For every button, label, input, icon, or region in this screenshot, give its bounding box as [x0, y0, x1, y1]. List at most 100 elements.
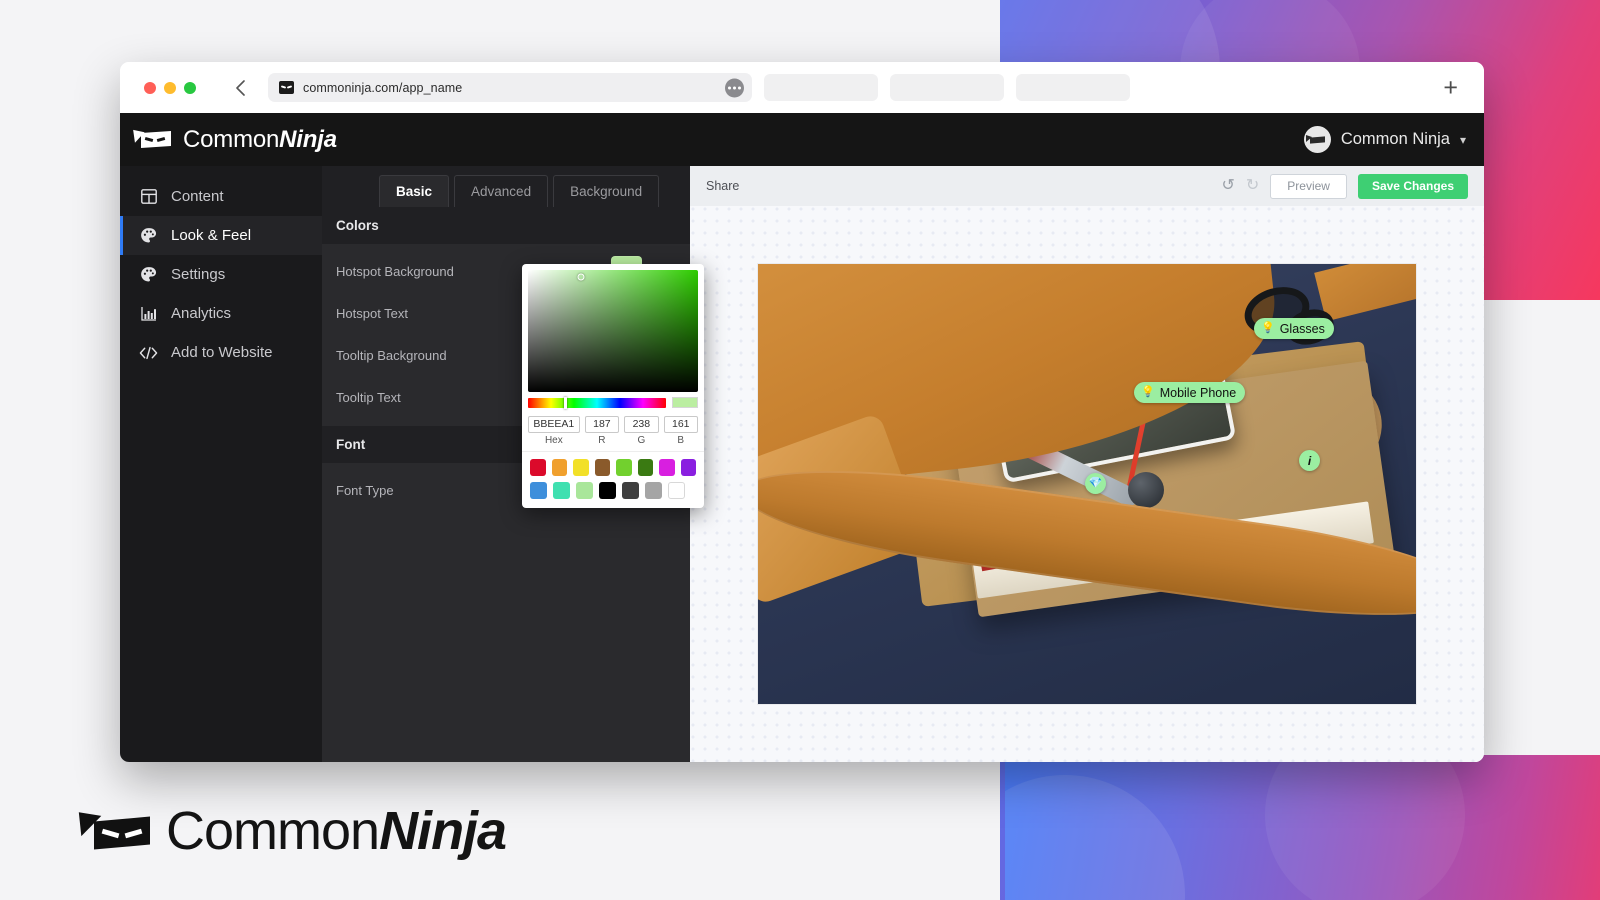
sidebar: Content Look & Feel Settings Analytics A…: [120, 166, 322, 762]
tab-advanced[interactable]: Advanced: [454, 175, 549, 207]
footer-brand-text: CommonNinja: [166, 800, 507, 862]
diamond-icon: 💎: [1088, 477, 1103, 489]
panel-tabs: Basic Advanced Background: [322, 166, 690, 207]
minimize-window-button[interactable]: [164, 81, 176, 94]
section-title-colors: Colors: [322, 207, 690, 244]
hotspot-label: Glasses: [1279, 321, 1325, 336]
sidebar-item-add-to-website[interactable]: Add to Website: [120, 333, 322, 372]
color-picker-popover[interactable]: Hex R G B: [522, 264, 704, 508]
app-logo[interactable]: CommonNinja: [133, 126, 337, 154]
palette-chip[interactable]: [599, 481, 616, 499]
footer-logo: CommonNinja: [78, 800, 507, 862]
r-label: R: [598, 434, 606, 446]
g-input[interactable]: [624, 415, 659, 433]
background-gradient-bottom: [1005, 755, 1600, 900]
brand-text: CommonNinja: [183, 126, 337, 154]
hotspot-info[interactable]: i: [1299, 450, 1320, 471]
redo-icon[interactable]: ↻: [1246, 178, 1259, 194]
palette-chip[interactable]: [616, 458, 632, 476]
sidebar-item-label: Look & Feel: [171, 227, 252, 244]
chevron-down-icon[interactable]: ▾: [1460, 133, 1466, 147]
browser-tab-placeholder-2[interactable]: [890, 74, 1004, 101]
sidebar-item-label: Add to Website: [171, 344, 273, 361]
sidebar-item-settings[interactable]: Settings: [120, 255, 322, 294]
browser-tab-placeholder-3[interactable]: [1016, 74, 1130, 101]
preview-button[interactable]: Preview: [1270, 173, 1347, 199]
hex-input[interactable]: [528, 415, 580, 433]
palette-chip[interactable]: [553, 481, 570, 499]
maximize-window-button[interactable]: [184, 81, 196, 94]
ninja-favicon-icon: [279, 81, 294, 94]
window-traffic-lights[interactable]: [144, 81, 196, 94]
hex-field-group: Hex: [528, 414, 580, 446]
r-input[interactable]: [584, 415, 620, 433]
footer-brand-prefix: Common: [166, 801, 380, 861]
chevron-left-icon: [235, 79, 245, 96]
new-tab-button[interactable]: +: [1443, 75, 1458, 100]
palette-chip[interactable]: [594, 458, 610, 476]
palette-chip[interactable]: [576, 481, 593, 499]
back-button[interactable]: [230, 78, 250, 98]
footer-brand-suffix: Ninja: [379, 801, 507, 861]
browser-chrome-bar: commoninja.com/app_name +: [120, 62, 1484, 113]
sidebar-item-look-and-feel[interactable]: Look & Feel: [120, 216, 322, 255]
palette-chip[interactable]: [680, 458, 696, 476]
preset-palette: [522, 450, 704, 508]
app-root: CommonNinja Common Ninja ▾ Content Look …: [120, 113, 1484, 762]
bar-chart-icon: [139, 304, 158, 323]
browser-tab-placeholder-1[interactable]: [764, 74, 878, 101]
sidebar-item-label: Settings: [171, 266, 226, 283]
lightbulb-icon: 💡: [1261, 322, 1275, 334]
hotspot-pen[interactable]: 💎: [1085, 473, 1106, 494]
share-button[interactable]: Share: [706, 179, 739, 193]
palette-row-2: [530, 481, 696, 499]
palette-chip[interactable]: [573, 458, 589, 476]
address-bar[interactable]: commoninja.com/app_name: [268, 73, 752, 102]
b-input[interactable]: [663, 415, 698, 433]
palette-chip[interactable]: [530, 481, 547, 499]
photo-pen-cap: [1128, 472, 1164, 508]
page-root: commoninja.com/app_name + CommonNinja Co…: [0, 0, 1600, 900]
sidebar-item-analytics[interactable]: Analytics: [120, 294, 322, 333]
address-bar-url: commoninja.com/app_name: [303, 80, 463, 95]
preview-actions: ↺ ↻ Preview Save Changes: [1221, 173, 1468, 199]
hex-label: Hex: [544, 434, 563, 446]
close-window-button[interactable]: [144, 81, 156, 94]
save-changes-button[interactable]: Save Changes: [1357, 173, 1468, 199]
palette-chip[interactable]: [668, 481, 685, 499]
account-name: Common Ninja: [1340, 130, 1450, 148]
sidebar-item-content[interactable]: Content: [120, 177, 322, 216]
hotspot-label: Mobile Phone: [1159, 385, 1237, 400]
hue-slider[interactable]: [528, 396, 666, 409]
palette-icon: [139, 265, 158, 284]
sidebar-item-label: Content: [171, 188, 224, 205]
app-header: CommonNinja Common Ninja ▾: [120, 113, 1484, 166]
palette-chip[interactable]: [659, 458, 675, 476]
ellipsis-icon[interactable]: [725, 78, 744, 97]
hotspot-mobile-phone[interactable]: 💡 Mobile Phone: [1134, 382, 1246, 403]
hotspot-image[interactable]: 💡 Glasses 💡 Mobile Phone 💎 i: [758, 264, 1416, 704]
preview-pane: Share ↺ ↻ Preview Save Changes 💡 Glasses…: [690, 166, 1484, 762]
hotspot-glasses[interactable]: 💡 Glasses: [1254, 318, 1334, 339]
palette-chip[interactable]: [622, 481, 639, 499]
current-color-preview: [672, 397, 698, 408]
b-field-group: B: [663, 414, 698, 446]
tab-basic[interactable]: Basic: [379, 175, 450, 207]
settings-panel: Basic Advanced Background Colors Hotspot…: [322, 166, 704, 762]
g-label: G: [637, 434, 646, 446]
palette-chip[interactable]: [551, 458, 567, 476]
account-menu[interactable]: Common Ninja ▾: [1303, 126, 1466, 153]
tab-background[interactable]: Background: [553, 175, 660, 207]
hue-knob[interactable]: [563, 396, 567, 409]
palette-chip[interactable]: [645, 481, 662, 499]
g-field-group: G: [624, 414, 659, 446]
undo-icon[interactable]: ↺: [1221, 178, 1234, 194]
saturation-value-area[interactable]: [528, 270, 698, 392]
browser-window: commoninja.com/app_name + CommonNinja Co…: [120, 62, 1484, 762]
palette-chip[interactable]: [530, 458, 546, 476]
palette-chip[interactable]: [637, 458, 653, 476]
saturation-knob[interactable]: [577, 273, 585, 281]
brand-suffix: Ninja: [279, 125, 337, 153]
preview-canvas: 💡 Glasses 💡 Mobile Phone 💎 i: [690, 206, 1484, 762]
palette-row-1: [530, 458, 696, 476]
